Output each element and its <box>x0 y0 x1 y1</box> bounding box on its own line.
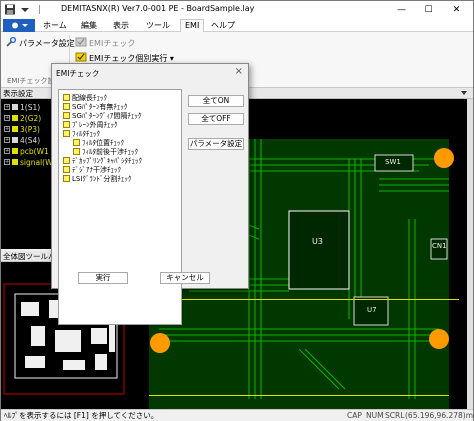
checkbox[interactable] <box>63 166 70 173</box>
layer-color-swatch <box>12 115 18 121</box>
layer-label: 4(S4) <box>20 135 41 145</box>
checkbox[interactable] <box>63 130 70 137</box>
ribbon-tabs: ホーム 編集 表示 ツール EMI ヘルプ <box>1 19 473 33</box>
part-label-u7: U7 <box>367 306 377 314</box>
expand-icon[interactable]: + <box>4 115 10 121</box>
layer-panel-title: 表示設定 <box>3 89 33 98</box>
expand-icon[interactable]: + <box>4 104 10 110</box>
layer-label: 1(S1) <box>20 102 41 112</box>
status-message: ﾍﾙﾌﾟを表示するには [F1] を押してください。 <box>4 411 159 420</box>
expand-icon[interactable]: + <box>4 126 10 132</box>
layer-item[interactable]: + 1(S1) <box>4 102 40 112</box>
separator-icon <box>34 4 46 15</box>
layer-item[interactable]: + pcb(W1 <box>4 146 49 156</box>
tab-home[interactable]: ホーム <box>43 20 67 31</box>
all-off-button[interactable]: 全てOFF <box>188 113 244 125</box>
close-button[interactable]: ✕ <box>443 1 470 19</box>
num-indicator: NUM <box>366 411 384 420</box>
title-bar: DEMITASNX(R) Ver7.0-001 PE - BoardSample… <box>1 1 473 19</box>
layer-item[interactable]: + 4(S4) <box>4 135 40 145</box>
coordinate-readout: (65.196,96.278)mm <box>405 411 474 420</box>
check-item-label: LSIｸﾞﾗﾝﾄﾞ分割ﾁｪｯｸ <box>72 174 132 183</box>
emi-check-icon <box>75 36 87 50</box>
layer-color-swatch <box>12 104 18 110</box>
checkbox[interactable] <box>63 175 70 182</box>
checkbox[interactable] <box>63 103 70 110</box>
status-bar: ﾍﾙﾌﾟを表示するには [F1] を押してください。 CAP NUM SCRL … <box>1 409 474 421</box>
layer-label: 3(P3) <box>20 124 40 134</box>
run-button[interactable]: 実行 <box>78 272 128 284</box>
dropdown-arrow-icon[interactable] <box>19 4 31 15</box>
param-setting-label: パラメータ設定 <box>19 38 75 48</box>
part-label-sw1: SW1 <box>385 158 401 166</box>
emi-check-dialog: EMIチェック × 配線長ﾁｪｯｸ SGﾊﾟﾀｰﾝ有無ﾁｪｯｸ SGﾊﾟﾀｰﾝｳ… <box>51 63 249 325</box>
check-item-tree: 配線長ﾁｪｯｸ SGﾊﾟﾀｰﾝ有無ﾁｪｯｸ SGﾊﾟﾀｰﾝｳﾞｨｱ間隔ﾁｪｯｸ … <box>58 89 182 325</box>
tab-edit[interactable]: 編集 <box>81 20 97 31</box>
layer-label: pcb(W1 <box>20 146 49 156</box>
param-setting-ribbon-button[interactable]: パラメータ設定 <box>5 36 75 50</box>
emi-check-label: EMIチェック <box>89 38 136 48</box>
tab-help[interactable]: ヘルプ <box>211 20 235 31</box>
emi-individual-label: EMIチェック個別実行 ▾ <box>89 53 174 63</box>
tab-view[interactable]: 表示 <box>113 20 129 31</box>
file-menu-button[interactable] <box>3 19 35 32</box>
minimize-button[interactable]: — <box>388 1 415 19</box>
layer-label: signal(W <box>20 157 53 167</box>
cancel-button[interactable]: キャンセル <box>160 272 210 284</box>
layer-item[interactable]: + 3(P3) <box>4 124 40 134</box>
ribbon-group-label: EMIチェック設 <box>7 77 55 85</box>
layer-item[interactable]: + 2(G2) <box>4 113 41 123</box>
tab-emi[interactable]: EMI <box>180 19 205 33</box>
save-icon[interactable] <box>4 4 16 15</box>
expand-icon[interactable]: + <box>4 159 10 165</box>
layer-color-swatch <box>12 148 18 154</box>
checkbox[interactable] <box>63 121 70 128</box>
layer-label: 2(G2) <box>20 113 42 123</box>
all-on-button[interactable]: 全てON <box>188 95 244 107</box>
layer-color-swatch <box>12 137 18 143</box>
layer-color-swatch <box>12 126 18 132</box>
part-label-u3: U3 <box>312 237 323 246</box>
emi-check-ribbon-button[interactable]: EMIチェック <box>75 36 135 50</box>
expand-icon[interactable]: + <box>4 137 10 143</box>
window-title: DEMITASNX(R) Ver7.0-001 PE - BoardSample… <box>61 4 255 13</box>
wrench-icon <box>5 36 17 50</box>
app-window: DEMITASNX(R) Ver7.0-001 PE - BoardSample… <box>0 0 474 421</box>
quick-access-toolbar <box>4 4 46 15</box>
part-label-cn1: CN1 <box>432 242 447 250</box>
checkbox[interactable] <box>73 139 80 146</box>
layer-color-swatch <box>12 159 18 165</box>
parameter-setting-button[interactable]: パラメータ設定 <box>188 138 244 150</box>
maximize-button[interactable]: ☐ <box>415 1 442 19</box>
expand-icon[interactable]: + <box>4 148 10 154</box>
checkbox[interactable] <box>73 148 80 155</box>
checkbox[interactable] <box>63 157 70 164</box>
check-item[interactable]: LSIｸﾞﾗﾝﾄﾞ分割ﾁｪｯｸ <box>63 174 131 183</box>
dialog-title: EMIチェック <box>56 69 100 78</box>
scrl-indicator: SCRL <box>385 411 405 420</box>
checkbox[interactable] <box>63 112 70 119</box>
pcb-vertical-scrollbar[interactable] <box>467 99 473 409</box>
layer-item[interactable]: + signal(W <box>4 157 53 167</box>
dialog-close-button[interactable]: × <box>235 66 243 77</box>
cap-indicator: CAP <box>347 411 362 420</box>
checkbox[interactable] <box>63 94 70 101</box>
tab-tools[interactable]: ツール <box>146 20 170 31</box>
